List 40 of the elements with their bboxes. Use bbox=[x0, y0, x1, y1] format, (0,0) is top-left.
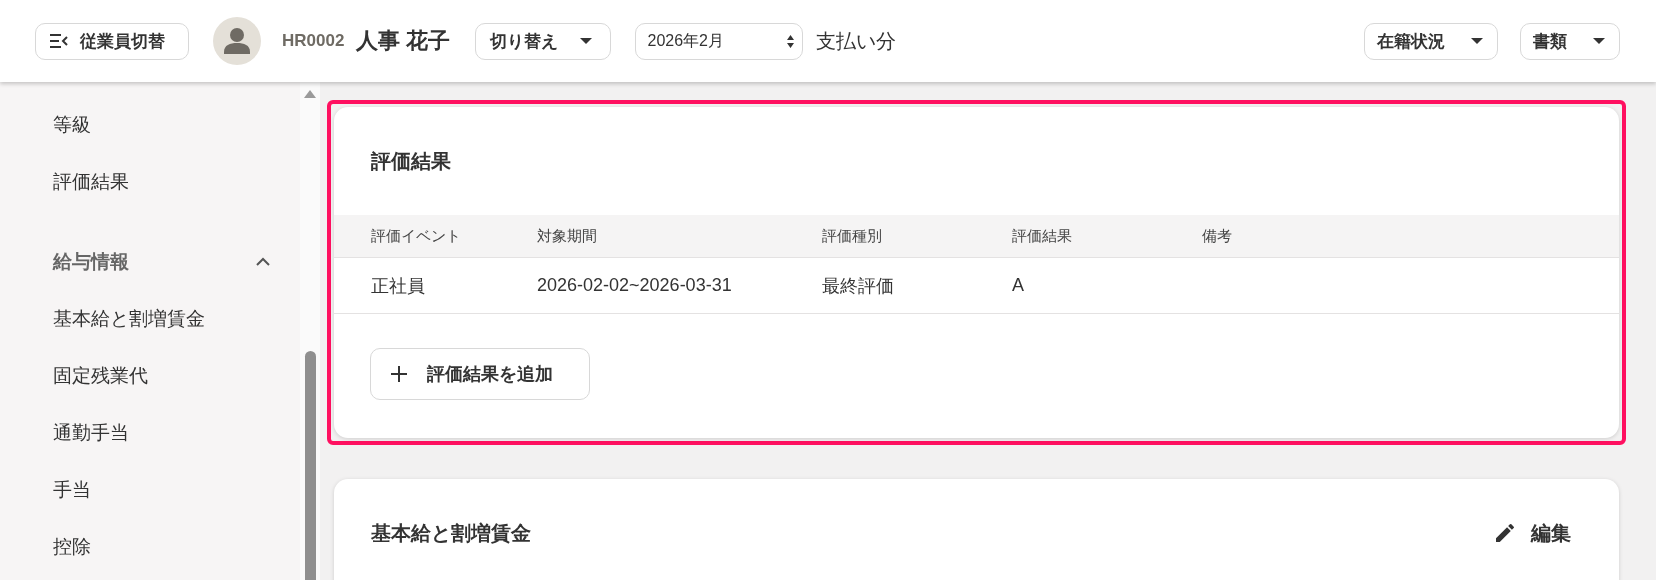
sidebar-item[interactable]: 手当 bbox=[0, 461, 300, 518]
dropdown-button[interactable]: 書類 bbox=[1520, 22, 1620, 60]
pencil-icon bbox=[1493, 521, 1517, 545]
table-cell-text: 正社員 bbox=[371, 274, 426, 298]
sidebar-item[interactable]: 固定残業代 bbox=[0, 347, 300, 404]
spinner-icon bbox=[786, 34, 794, 48]
avatar-icon bbox=[213, 17, 261, 65]
menu-collapse-icon bbox=[50, 34, 68, 48]
sidebar-item[interactable]: 評価結果 bbox=[0, 153, 300, 210]
column-header: 評価種別 bbox=[822, 226, 883, 246]
card-title: 評価結果 bbox=[371, 148, 451, 174]
table-cell-text: 最終評価 bbox=[822, 274, 895, 298]
sidebar-item[interactable]: 基本給と割増賃金 bbox=[0, 290, 300, 347]
scrollbar[interactable] bbox=[300, 82, 320, 580]
column-header: 備考 bbox=[1202, 226, 1233, 246]
card-title: 基本給と割増賃金 bbox=[371, 520, 531, 546]
column-header: 評価イベント bbox=[371, 226, 462, 246]
chevron-icon bbox=[256, 257, 270, 266]
switch-employee-button[interactable]: 従業員切替 bbox=[35, 22, 189, 60]
column-header: 評価結果 bbox=[1012, 226, 1073, 246]
column-header: 対象期間 bbox=[537, 226, 598, 246]
dropdown-button[interactable]: 在籍状況 bbox=[1364, 22, 1498, 60]
employee-id: HR0002 bbox=[282, 31, 345, 51]
scroll-up-icon[interactable] bbox=[304, 90, 316, 98]
sidebar-item[interactable]: 通勤手当 bbox=[0, 404, 300, 461]
section-header[interactable]: 給与情報 bbox=[0, 233, 300, 290]
period-select[interactable]: 2026年2月 bbox=[634, 22, 803, 60]
sidebar-item[interactable]: 等級 bbox=[0, 96, 300, 153]
edit-button[interactable]: 編集 bbox=[1493, 519, 1571, 547]
caret-icon bbox=[1471, 38, 1483, 44]
table-cell-text: 2026-02-02~2026-03-31 bbox=[537, 275, 733, 296]
period-label: 支払い分 bbox=[815, 28, 896, 54]
caret-icon bbox=[1593, 38, 1605, 44]
sidebar-item[interactable]: 控除 bbox=[0, 518, 300, 575]
plus-icon bbox=[391, 366, 407, 382]
employee-name: 人事 花子 bbox=[356, 27, 451, 55]
table-cell-text: A bbox=[1012, 275, 1025, 296]
add-button[interactable]: 評価結果を追加 bbox=[370, 348, 590, 400]
caret-icon bbox=[579, 38, 592, 44]
dropdown-button[interactable]: 切り替え bbox=[474, 22, 611, 60]
